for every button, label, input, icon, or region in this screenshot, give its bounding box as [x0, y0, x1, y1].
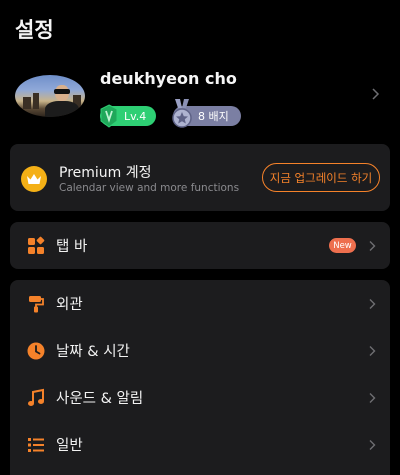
paint-roller-icon	[29, 295, 44, 312]
settings-item-date-time[interactable]: 날짜 & 시간	[10, 327, 390, 374]
profile-name: deukhyeon cho	[100, 69, 237, 88]
appearance-label: 외관	[56, 297, 83, 313]
tab-bar-label: 탭 바	[56, 239, 88, 255]
chevron-right-icon	[369, 439, 376, 450]
grid-icon	[28, 236, 45, 254]
medal-icon	[172, 99, 192, 128]
chevron-right-icon	[369, 345, 376, 356]
profile-row[interactable]: deukhyeon cho Lv.4 8 배지	[10, 62, 390, 128]
avatar[interactable]	[15, 75, 85, 117]
badge-label: 8 배지	[198, 110, 229, 123]
date-time-label: 날짜 & 시간	[56, 344, 130, 360]
settings-item-sound-notifications[interactable]: 사운드 & 알림	[10, 374, 390, 421]
premium-subtitle: Calendar view and more functions	[59, 182, 240, 194]
page-title: 설정	[15, 18, 54, 42]
settings-item-tab-bar[interactable]: 탭 바 New	[10, 222, 390, 269]
premium-card: Premium 계정 Calendar view and more functi…	[10, 144, 390, 211]
music-note-icon	[28, 388, 44, 406]
level-shield-icon	[100, 104, 118, 128]
crown-icon	[21, 166, 47, 192]
list-icon	[28, 437, 44, 452]
badge-count[interactable]: 8 배지	[172, 99, 241, 128]
settings-item-general[interactable]: 일반	[10, 421, 390, 468]
upgrade-button[interactable]: 지금 업그레이드 하기	[262, 163, 380, 192]
chevron-right-icon	[369, 392, 376, 403]
chevron-right-icon	[369, 298, 376, 309]
premium-title: Premium 계정	[59, 165, 152, 181]
clock-icon	[27, 342, 45, 359]
chevron-right-icon	[372, 88, 380, 100]
general-label: 일반	[56, 438, 83, 454]
settings-list: 외관 날짜 & 시간 사운드 & 알림 일반	[10, 280, 390, 475]
level-label: Lv.4	[124, 109, 147, 123]
new-badge: New	[329, 238, 356, 253]
level-badge[interactable]: Lv.4	[100, 104, 156, 128]
sound-notifications-label: 사운드 & 알림	[56, 391, 144, 407]
chevron-right-icon	[369, 240, 376, 251]
settings-item-appearance[interactable]: 외관	[10, 280, 390, 327]
tab-bar-card: 탭 바 New	[10, 222, 390, 269]
